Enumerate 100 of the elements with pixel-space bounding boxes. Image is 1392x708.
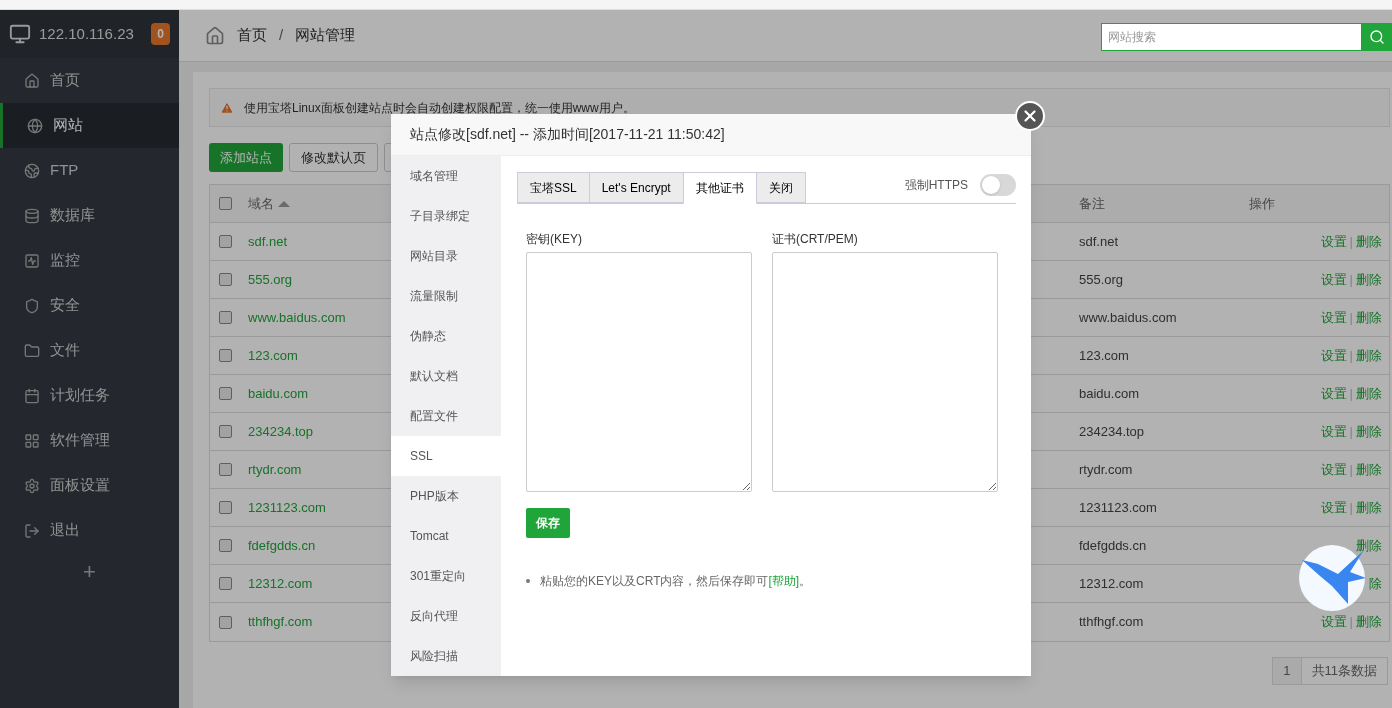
sidebar-item[interactable]: 数据库 bbox=[0, 193, 179, 238]
checkbox[interactable] bbox=[219, 463, 232, 476]
column-header[interactable]: 域名 bbox=[248, 193, 274, 214]
help-link[interactable]: [帮助] bbox=[768, 574, 800, 588]
sidebar-item[interactable]: 软件管理 bbox=[0, 418, 179, 463]
settings-link[interactable]: 设置 bbox=[1320, 269, 1347, 290]
sidebar-item[interactable]: 计划任务 bbox=[0, 373, 179, 418]
close-icon bbox=[1021, 107, 1039, 125]
domain-link[interactable]: 234234.top bbox=[248, 423, 314, 439]
certificate-field[interactable] bbox=[772, 252, 998, 492]
delete-link[interactable]: 除 bbox=[1369, 573, 1382, 594]
checkbox[interactable] bbox=[219, 539, 232, 552]
delete-link[interactable]: 删除 bbox=[1356, 421, 1382, 442]
tab[interactable]: 关闭 bbox=[755, 172, 806, 203]
domain-link[interactable]: 123.com bbox=[248, 347, 298, 363]
sidebar-item[interactable]: 面板设置 bbox=[0, 463, 179, 508]
settings-link[interactable]: 设置 bbox=[1320, 612, 1347, 632]
globe-icon bbox=[24, 162, 40, 179]
sidebar-item[interactable]: 安全 bbox=[0, 283, 179, 328]
dialog-nav-item[interactable]: 网站目录 bbox=[391, 236, 501, 276]
domain-link[interactable]: sdf.net bbox=[248, 233, 288, 249]
notification-badge[interactable]: 0 bbox=[151, 23, 170, 45]
delete-link[interactable]: 删除 bbox=[1356, 307, 1382, 328]
checkbox[interactable] bbox=[219, 577, 232, 590]
delete-link[interactable]: 删除 bbox=[1356, 459, 1382, 480]
breadcrumb-separator: / bbox=[279, 25, 284, 46]
add-site-button[interactable]: 添加站点 bbox=[209, 143, 283, 172]
table-cell: tthfhgf.com bbox=[1079, 614, 1144, 630]
tab[interactable]: 宝塔SSL bbox=[517, 172, 590, 203]
settings-link[interactable]: 设置 bbox=[1320, 421, 1347, 442]
dialog-nav-item[interactable]: 反向代理 bbox=[391, 596, 501, 636]
https-toggle[interactable] bbox=[980, 174, 1016, 196]
key-field[interactable] bbox=[526, 252, 752, 492]
checkbox[interactable] bbox=[219, 273, 232, 286]
link-separator: | bbox=[1349, 346, 1353, 365]
dialog-nav-item[interactable]: 伪静态 bbox=[391, 316, 501, 356]
domain-link[interactable]: 555.org bbox=[248, 271, 293, 287]
dialog-nav-item[interactable]: 域名管理 bbox=[391, 156, 501, 196]
dialog-nav-item[interactable]: SSL bbox=[391, 436, 501, 476]
tab[interactable]: 其他证书 bbox=[682, 172, 757, 204]
delete-link[interactable]: 删除 bbox=[1356, 269, 1382, 290]
settings-link[interactable]: 设置 bbox=[1320, 231, 1347, 252]
table-cell: sdf.net bbox=[1079, 233, 1119, 249]
dialog-nav-item[interactable]: 301重定向 bbox=[391, 556, 501, 596]
domain-link[interactable]: 1231123.com bbox=[248, 499, 326, 515]
checkbox[interactable] bbox=[219, 311, 232, 324]
save-button[interactable]: 保存 bbox=[526, 508, 570, 538]
home-icon[interactable] bbox=[205, 25, 225, 46]
sidebar-item[interactable]: 首页 bbox=[0, 58, 179, 103]
home-icon bbox=[24, 72, 40, 89]
delete-link[interactable]: 删除 bbox=[1356, 612, 1382, 632]
table-cell: 123.com bbox=[1079, 347, 1129, 363]
settings-link[interactable]: 设置 bbox=[1320, 345, 1347, 366]
domain-link[interactable]: tthfhgf.com bbox=[248, 614, 313, 630]
checkbox[interactable] bbox=[219, 235, 232, 248]
domain-link[interactable]: rtydr.com bbox=[248, 461, 302, 477]
add-menu-button[interactable]: + bbox=[83, 561, 96, 583]
sidebar-item[interactable]: 退出 bbox=[0, 508, 179, 553]
delete-link[interactable]: 删除 bbox=[1356, 535, 1382, 556]
dialog-nav-item[interactable]: 配置文件 bbox=[391, 396, 501, 436]
edit-default-page-button[interactable]: 修改默认页 bbox=[289, 143, 378, 172]
delete-link[interactable]: 删除 bbox=[1356, 231, 1382, 252]
grid-icon bbox=[24, 432, 40, 449]
tab[interactable]: Let's Encrypt bbox=[588, 172, 684, 203]
sidebar-item[interactable]: 文件 bbox=[0, 328, 179, 373]
dialog-nav-item[interactable]: PHP版本 bbox=[391, 476, 501, 516]
search-field[interactable]: 网站搜索 bbox=[1101, 23, 1362, 51]
dialog-nav-item[interactable]: 流量限制 bbox=[391, 276, 501, 316]
settings-link[interactable]: 设置 bbox=[1320, 497, 1347, 518]
checkbox[interactable] bbox=[219, 387, 232, 400]
checkbox[interactable] bbox=[219, 615, 232, 629]
delete-link[interactable]: 删除 bbox=[1356, 497, 1382, 518]
sidebar-item[interactable]: 监控 bbox=[0, 238, 179, 283]
checkbox[interactable] bbox=[219, 197, 232, 210]
dialog-nav-item[interactable]: 风险扫描 bbox=[391, 636, 501, 676]
activity-icon bbox=[24, 252, 40, 269]
page-number[interactable]: 1 bbox=[1272, 657, 1302, 685]
checkbox[interactable] bbox=[219, 349, 232, 362]
dialog-nav-item[interactable]: 子目录绑定 bbox=[391, 196, 501, 236]
link-separator: | bbox=[1349, 270, 1353, 289]
domain-link[interactable]: www.baidus.com bbox=[248, 309, 346, 325]
checkbox[interactable] bbox=[219, 501, 232, 514]
delete-link[interactable]: 删除 bbox=[1356, 345, 1382, 366]
sidebar-item[interactable]: 网站 bbox=[0, 103, 179, 148]
logout-icon bbox=[24, 522, 40, 539]
settings-link[interactable]: 设置 bbox=[1320, 459, 1347, 480]
sidebar-item[interactable]: FTP bbox=[0, 148, 179, 193]
breadcrumb-link[interactable]: 首页 bbox=[237, 24, 267, 47]
domain-link[interactable]: 12312.com bbox=[248, 575, 313, 591]
field-label: 证书(CRT/PEM) bbox=[772, 231, 859, 248]
checkbox[interactable] bbox=[219, 425, 232, 438]
dialog-nav-item[interactable]: Tomcat bbox=[391, 516, 501, 556]
delete-link[interactable]: 删除 bbox=[1356, 383, 1382, 404]
dialog-nav-item[interactable]: 默认文档 bbox=[391, 356, 501, 396]
settings-link[interactable]: 设置 bbox=[1320, 383, 1347, 404]
settings-link[interactable]: 设置 bbox=[1320, 307, 1347, 328]
domain-link[interactable]: baidu.com bbox=[248, 385, 308, 401]
search-button[interactable] bbox=[1362, 23, 1392, 51]
table-cell: 234234.top bbox=[1079, 423, 1145, 439]
domain-link[interactable]: fdefgdds.cn bbox=[248, 537, 316, 553]
